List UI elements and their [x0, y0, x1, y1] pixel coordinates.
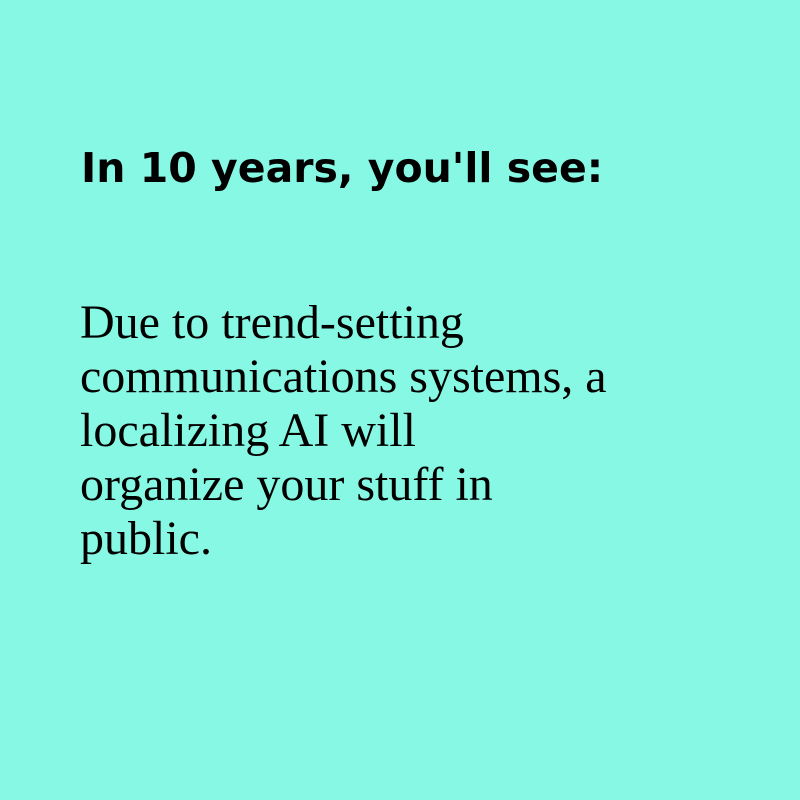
prediction-line: public.	[80, 512, 212, 565]
prediction-text: Due to trend-setting communications syst…	[80, 296, 760, 566]
prediction-line: localizing AI will	[80, 404, 416, 457]
prediction-line: communications systems, a	[80, 350, 607, 403]
headline: In 10 years, you'll see:	[81, 144, 604, 192]
prediction-card: In 10 years, you'll see: Due to trend-se…	[0, 0, 800, 800]
prediction-line: Due to trend-setting	[80, 296, 464, 349]
prediction-line: organize your stuff in	[80, 458, 493, 511]
